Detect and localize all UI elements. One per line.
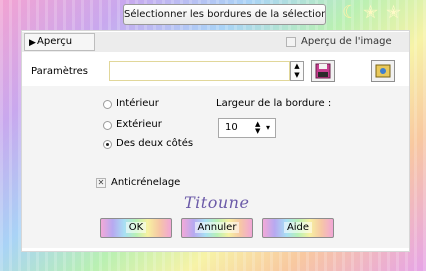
save-preset-button[interactable] — [311, 60, 335, 82]
cancel-button[interactable]: Annuler — [181, 218, 253, 238]
signature-watermark: Titoune — [184, 193, 250, 212]
radio-exterieur[interactable] — [103, 121, 112, 130]
params-label: Paramètres — [31, 66, 89, 77]
border-width-value: 10 — [225, 122, 238, 133]
floppy-disk-icon — [315, 63, 331, 79]
ok-button[interactable]: OK — [100, 218, 172, 238]
radio-deux-cotes-label: Des deux côtés — [116, 138, 194, 149]
moon-icon: ☾ — [342, 2, 359, 23]
radio-interieur[interactable] — [103, 100, 112, 109]
border-width-label: Largeur de la bordure : — [216, 98, 332, 109]
preview-toggle-button[interactable]: ▶ Aperçu — [24, 33, 95, 51]
radio-exterieur-label: Extérieur — [116, 119, 162, 130]
border-width-spinbox[interactable]: 10 ▲ ▼ ▾ — [218, 118, 276, 138]
reset-preset-button[interactable] — [371, 60, 395, 82]
radio-deux-cotes[interactable] — [103, 140, 112, 149]
help-button[interactable]: Aide — [262, 218, 334, 238]
spin-arrows-icon[interactable]: ▲ ▼ — [255, 121, 260, 135]
window-title: Sélectionner les bordures de la sélectio… — [123, 4, 326, 25]
antialias-label: Anticrénelage — [111, 177, 181, 188]
star-icon: ✭ — [386, 2, 402, 23]
params-stepper[interactable]: ▲ ▼ — [290, 61, 304, 81]
triangle-right-icon: ▶ — [29, 38, 36, 48]
antialias-checkbox[interactable]: ✕ — [96, 178, 106, 188]
star-icon: ✭ — [363, 2, 379, 23]
preset-settings-icon — [375, 64, 391, 78]
params-field[interactable] — [109, 61, 290, 81]
chevron-down-icon[interactable]: ▾ — [266, 123, 270, 132]
preview-toggle-label: Aperçu — [37, 36, 73, 47]
image-preview-label: Aperçu de l'image — [301, 36, 392, 47]
image-preview-checkbox[interactable] — [286, 37, 296, 47]
radio-interieur-label: Intérieur — [116, 98, 159, 109]
